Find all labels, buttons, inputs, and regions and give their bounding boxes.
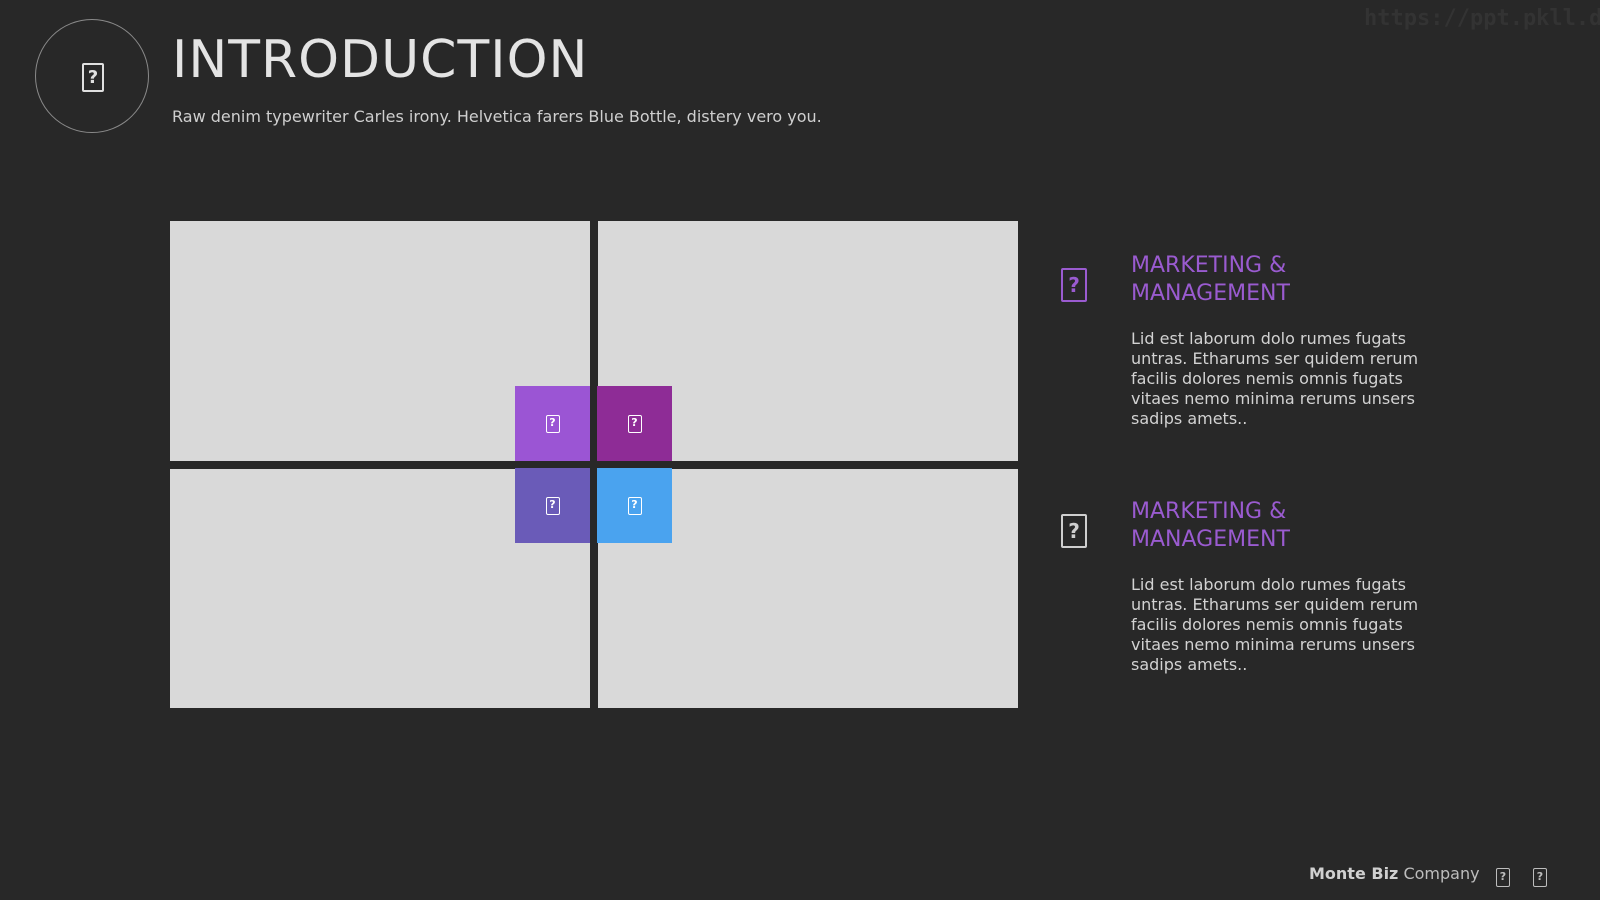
unknown-glyph-icon: ? <box>545 496 560 515</box>
tile-indigo: ? <box>515 468 590 543</box>
tile-purple: ? <box>515 386 590 461</box>
feature-2-title: MARKETING & MANAGEMENT <box>1131 499 1290 552</box>
unknown-glyph-icon: ? <box>1061 268 1087 302</box>
unknown-glyph-icon: ? <box>82 63 104 92</box>
unknown-glyph-icon: ? <box>545 414 560 433</box>
header-icon-circle: ? <box>35 19 149 133</box>
brand-name-rest: Company <box>1398 864 1480 883</box>
tile-magenta: ? <box>597 386 672 461</box>
unknown-glyph-icon: ? <box>627 496 642 515</box>
unknown-glyph-icon: ? <box>1061 514 1087 548</box>
footer-icon-2: ? <box>1533 865 1547 887</box>
tile-blue: ? <box>597 468 672 543</box>
page-title: INTRODUCTION <box>172 30 589 90</box>
watermark: https://ppt.pkll.de <box>1364 6 1600 31</box>
footer-icon-1: ? <box>1496 865 1510 887</box>
unknown-glyph-icon: ? <box>1533 868 1547 887</box>
feature-1-title: MARKETING & MANAGEMENT <box>1131 253 1290 306</box>
page-subtitle: Raw denim typewriter Carles irony. Helve… <box>172 107 822 126</box>
footer-brand: Monte Biz Company <box>1309 864 1480 883</box>
unknown-glyph-icon: ? <box>1496 868 1510 887</box>
unknown-glyph-icon: ? <box>627 414 642 433</box>
feature-2-body: Lid est laborum dolo rumes fugats untras… <box>1131 575 1419 674</box>
feature-2-icon-wrap: ? <box>1061 514 1087 548</box>
feature-1-icon-wrap: ? <box>1061 268 1087 302</box>
feature-1-body: Lid est laborum dolo rumes fugats untras… <box>1131 329 1419 428</box>
brand-name-bold: Monte Biz <box>1309 864 1399 883</box>
